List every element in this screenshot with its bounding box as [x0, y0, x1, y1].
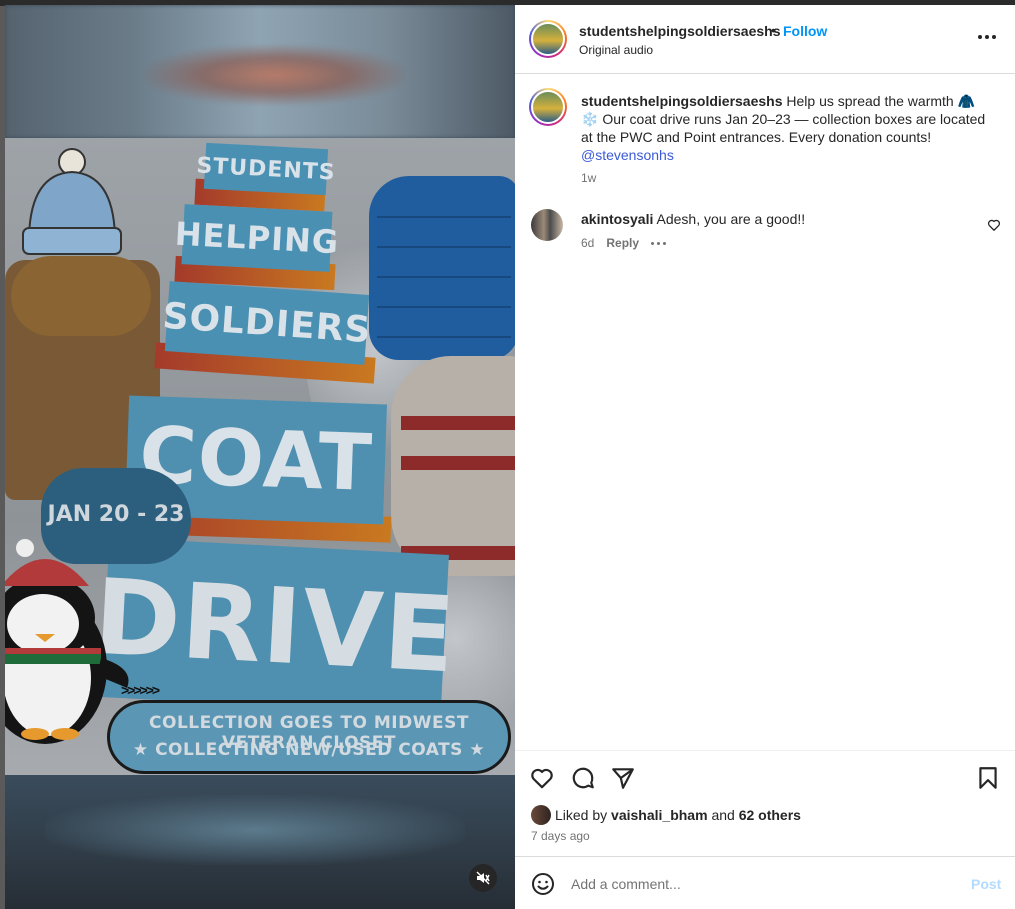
- like-heart-icon[interactable]: [529, 765, 555, 791]
- comment-input[interactable]: [571, 872, 951, 896]
- comment-composer: Post: [515, 856, 1015, 909]
- follow-button[interactable]: Follow: [783, 23, 827, 39]
- comment-bubble-icon[interactable]: [570, 765, 596, 791]
- author-username[interactable]: studentshelpingsoldiersaeshs: [579, 23, 781, 39]
- comment-username[interactable]: akintosyali: [581, 211, 653, 227]
- chevron-decoration: >>>>>>: [121, 682, 160, 698]
- comment-meta: 6d Reply: [581, 236, 667, 250]
- likes-joiner: and: [711, 807, 735, 823]
- post-header: studentshelpingsoldiersaeshs • Follow Or…: [515, 5, 1015, 74]
- likes-prefix: Liked by: [555, 807, 608, 823]
- poster-collecting-line: ★ COLLECTING NEW/USED COATS ★: [132, 740, 486, 760]
- caption-avatar[interactable]: [529, 88, 567, 126]
- post-date[interactable]: 7 days ago: [531, 829, 590, 843]
- actions-divider: [515, 750, 1015, 751]
- sweater-illustration: [391, 356, 515, 576]
- comment-time[interactable]: 6d: [581, 236, 594, 250]
- comment-text: Adesh, you are a good!!: [656, 211, 806, 227]
- liker-avatar[interactable]: [531, 805, 551, 825]
- emoji-icon[interactable]: [531, 872, 555, 896]
- beanie-illustration: [22, 148, 122, 255]
- poster-word-students: STUDENTS: [196, 142, 336, 196]
- share-paper-plane-icon[interactable]: [610, 765, 636, 791]
- save-bookmark-icon[interactable]: [975, 765, 1001, 791]
- comment-body: akintosyali Adesh, you are a good!!: [581, 211, 805, 227]
- audio-label[interactable]: Original audio: [579, 43, 653, 57]
- poster-word-soldiers: SOLDIERS: [161, 281, 373, 365]
- blurred-media-bottom: [5, 775, 515, 909]
- caption-mention[interactable]: @stevensonhs: [581, 147, 674, 163]
- caption-timestamp[interactable]: 1w: [581, 171, 596, 185]
- comment-like-icon[interactable]: [987, 218, 1001, 232]
- post-caption: studentshelpingsoldiersaeshs Help us spr…: [581, 92, 987, 164]
- more-options-button[interactable]: [975, 27, 999, 47]
- author-avatar[interactable]: [529, 20, 567, 58]
- blue-puffer-illustration: [369, 176, 515, 360]
- likes-summary: Liked by vaishali_bham and 62 others: [555, 807, 801, 823]
- post-details-panel: studentshelpingsoldiersaeshs • Follow Or…: [515, 5, 1015, 909]
- more-dots-icon: [978, 35, 996, 39]
- speaker-muted-icon: [476, 871, 490, 885]
- comment-more-button[interactable]: [651, 241, 667, 245]
- post-media[interactable]: STUDENTS HELPING SOLDIERS COAT DRIVE JAN…: [5, 5, 515, 909]
- poster-word-helping: HELPING: [174, 204, 340, 272]
- mute-button[interactable]: [469, 864, 497, 892]
- likes-others-link[interactable]: 62 others: [739, 807, 801, 823]
- caption-username[interactable]: studentshelpingsoldiersaeshs: [581, 93, 783, 109]
- blurred-media-top: [5, 5, 515, 138]
- post-comment-button[interactable]: Post: [971, 876, 1001, 892]
- comment-reply-button[interactable]: Reply: [606, 236, 639, 250]
- coat-drive-poster: STUDENTS HELPING SOLDIERS COAT DRIVE JAN…: [5, 138, 515, 775]
- commenter-avatar[interactable]: [531, 209, 563, 241]
- liker-username[interactable]: vaishali_bham: [611, 807, 708, 823]
- separator-dot: •: [771, 22, 776, 38]
- poster-dates: JAN 20 - 23: [47, 502, 185, 527]
